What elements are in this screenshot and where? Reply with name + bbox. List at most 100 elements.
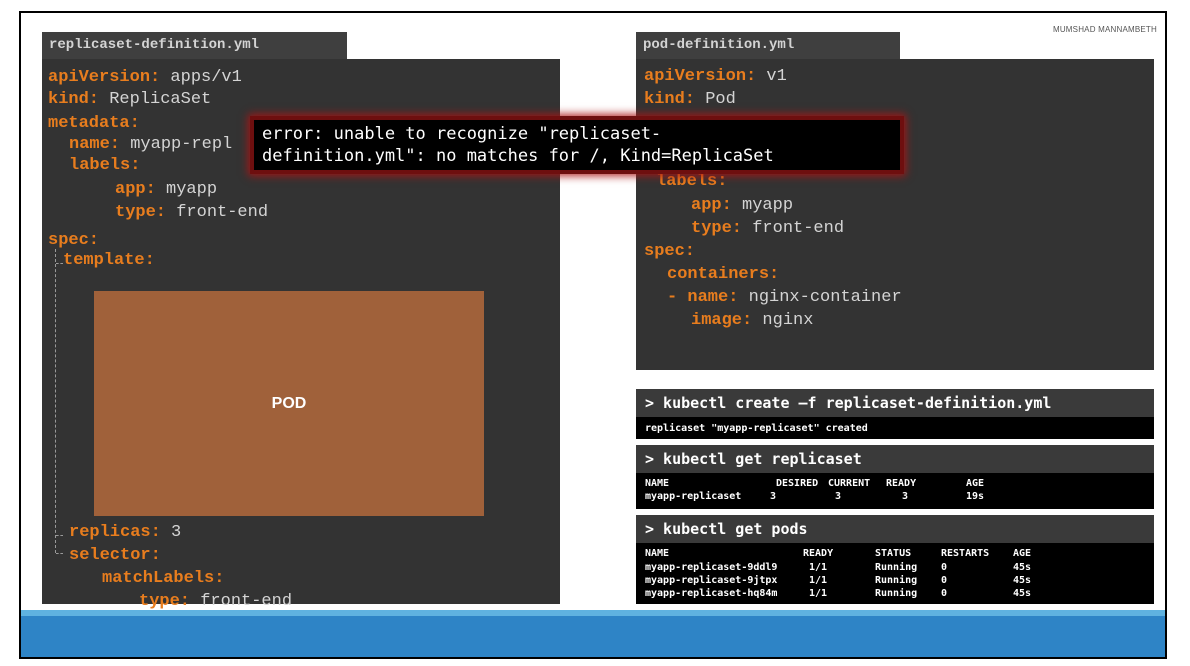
pod-placeholder-box: POD xyxy=(94,291,484,516)
code-line: type: front-end xyxy=(691,219,844,239)
table-cell: myapp-replicaset-9ddl9 xyxy=(645,562,778,573)
pods-table: NAME READY STATUS RESTARTS AGE myapp-rep… xyxy=(636,543,1154,604)
yaml-key: apiVersion: xyxy=(644,67,757,86)
table-cell: 1/1 xyxy=(809,575,828,586)
table-cell: Running xyxy=(875,588,918,599)
code-line: spec: xyxy=(48,231,99,251)
yaml-key: metadata: xyxy=(48,114,140,133)
code-line: replicas: 3 xyxy=(69,523,181,543)
error-line-2: definition.yml": no matches for /, Kind=… xyxy=(262,146,774,166)
yaml-key: kind: xyxy=(644,90,696,109)
table-header-current: CURRENT xyxy=(828,478,871,489)
table-header-age: AGE xyxy=(1013,548,1032,559)
yaml-value: myapp xyxy=(731,196,794,215)
table-cell: 0 xyxy=(941,575,948,586)
yaml-key: image: xyxy=(691,311,753,330)
yaml-value: myapp xyxy=(155,180,218,199)
table-cell: 1/1 xyxy=(809,588,828,599)
table-header-status: STATUS xyxy=(875,548,912,559)
yaml-value: front-end xyxy=(166,203,269,222)
code-line: image: nginx xyxy=(691,311,813,331)
table-header-desired: DESIRED xyxy=(776,478,819,489)
table-cell: 45s xyxy=(1013,575,1032,586)
table-cell: Running xyxy=(875,575,918,586)
code-line: template: xyxy=(63,251,155,271)
table-cell: 0 xyxy=(941,588,948,599)
code-line: selector: xyxy=(69,546,161,566)
table-cell: myapp-replicaset-9jtpx xyxy=(645,575,778,586)
yaml-key: app: xyxy=(691,196,732,215)
error-message-box: error: unable to recognize "replicaset-d… xyxy=(250,116,904,174)
table-header-ready: READY xyxy=(886,478,917,489)
yaml-key: template: xyxy=(63,251,155,270)
yaml-key: type: xyxy=(691,219,743,238)
pod-label: POD xyxy=(271,394,307,412)
code-line: matchLabels: xyxy=(102,569,224,589)
footer-band xyxy=(21,616,1165,657)
code-line: apiVersion: apps/v1 xyxy=(48,68,242,88)
yaml-key: matchLabels: xyxy=(102,569,225,588)
code-line: app: myapp xyxy=(691,196,793,216)
yaml-value: Pod xyxy=(695,90,736,109)
yaml-key: app: xyxy=(115,180,156,199)
table-header-restarts: RESTARTS xyxy=(941,548,990,559)
table-cell: 3 xyxy=(835,491,842,502)
code-line: metadata: xyxy=(48,114,140,134)
create-output-box: replicaset "myapp-replicaset" created xyxy=(636,417,1154,439)
code-line: - name: nginx-container xyxy=(667,288,902,308)
table-header-age: AGE xyxy=(966,478,985,489)
table-header-ready: READY xyxy=(803,548,834,559)
tree-guide-branch xyxy=(56,553,63,554)
code-line: apiVersion: v1 xyxy=(644,67,787,87)
table-cell: Running xyxy=(875,562,918,573)
yaml-value: front-end xyxy=(190,592,293,611)
tree-guide-branch xyxy=(56,535,63,536)
yaml-key: labels: xyxy=(69,156,141,175)
table-cell: 45s xyxy=(1013,562,1032,573)
tree-guide-branch xyxy=(56,263,63,264)
yaml-key: type: xyxy=(115,203,167,222)
cmd-create-replicaset: > kubectl create –f replicaset-definitio… xyxy=(636,389,1154,417)
yaml-key: spec: xyxy=(48,231,100,250)
yaml-value: front-end xyxy=(742,219,845,238)
code-line: type: front-end xyxy=(139,592,292,612)
yaml-key: labels: xyxy=(656,172,728,191)
yaml-value: apps/v1 xyxy=(160,68,242,87)
pod-code-panel: apiVersion: v1 kind: Pod labels: app: my… xyxy=(636,59,1154,370)
table-cell: 3 xyxy=(902,491,909,502)
yaml-key: - name: xyxy=(667,288,739,307)
table-cell: 3 xyxy=(770,491,777,502)
yaml-key: type: xyxy=(139,592,191,611)
code-line: type: front-end xyxy=(115,203,268,223)
yaml-key: containers: xyxy=(667,265,780,284)
pod-file-tab: pod-definition.yml xyxy=(636,32,900,59)
author-credit: MUMSHAD MANNAMBETH xyxy=(1052,25,1157,34)
slide: MUMSHAD MANNAMBETH replicaset-definition… xyxy=(19,11,1167,659)
yaml-value: ReplicaSet xyxy=(99,90,212,109)
yaml-value: 3 xyxy=(160,523,182,542)
replicaset-table: NAME DESIRED CURRENT READY AGE myapp-rep… xyxy=(636,473,1154,509)
table-header-name: NAME xyxy=(645,478,670,489)
code-line: spec: xyxy=(644,242,695,262)
table-cell: 0 xyxy=(941,562,948,573)
yaml-value: nginx xyxy=(752,311,814,330)
yaml-value: v1 xyxy=(756,67,787,86)
code-line: name: myapp-repl xyxy=(69,135,232,155)
error-line-1: error: unable to recognize "replicaset- xyxy=(262,124,662,144)
cmd-get-replicaset: > kubectl get replicaset xyxy=(636,445,1154,473)
yaml-key: apiVersion: xyxy=(48,68,161,87)
yaml-key: selector: xyxy=(69,546,161,565)
tree-guide-line xyxy=(55,249,56,553)
code-line: kind: ReplicaSet xyxy=(48,90,211,110)
table-cell: 19s xyxy=(966,491,985,502)
table-cell: myapp-replicaset-hq84m xyxy=(645,588,778,599)
create-output-text: replicaset "myapp-replicaset" created xyxy=(645,423,868,434)
yaml-key: name: xyxy=(69,135,121,154)
yaml-key: kind: xyxy=(48,90,100,109)
code-line: kind: Pod xyxy=(644,90,736,110)
table-cell: 1/1 xyxy=(809,562,828,573)
yaml-key: replicas: xyxy=(69,523,161,542)
table-cell: myapp-replicaset xyxy=(645,491,742,502)
yaml-value: nginx-container xyxy=(738,288,902,307)
yaml-key: spec: xyxy=(644,242,696,261)
